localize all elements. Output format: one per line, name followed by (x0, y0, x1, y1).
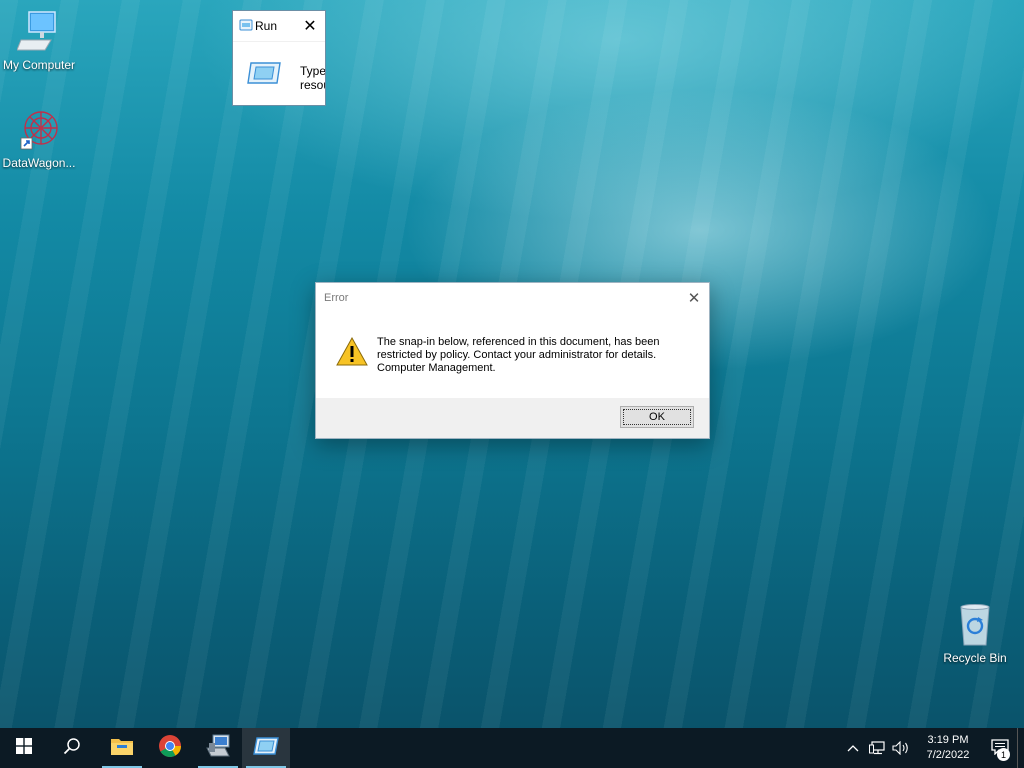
clock-time: 3:19 PM (927, 734, 969, 746)
windows-start-icon (16, 737, 32, 759)
error-message: The snap-in below, referenced in this do… (377, 336, 660, 374)
ok-button[interactable]: OK (620, 406, 694, 428)
error-dialog-title: Error (324, 292, 349, 304)
network-icon[interactable] (865, 741, 889, 755)
run-title-bar[interactable]: Run ✕ (233, 11, 325, 42)
run-large-icon (247, 62, 281, 89)
run-description: Type resou (300, 64, 326, 92)
search-icon (63, 737, 81, 760)
clock-date: 7/2/2022 (926, 749, 970, 761)
desktop-icon-label: DataWagon... (2, 156, 76, 170)
action-center-button[interactable]: 1 (983, 728, 1017, 768)
volume-icon[interactable] (889, 741, 913, 755)
recycle-bin-icon (953, 603, 997, 647)
system-tray: 3:19 PM 7/2/2022 1 (841, 728, 1024, 768)
server-manager-icon (205, 734, 231, 763)
error-dialog-footer: OK (316, 398, 709, 438)
start-button[interactable] (0, 728, 48, 768)
taskbar-server-manager[interactable] (194, 728, 242, 768)
computer-icon (16, 10, 61, 54)
taskbar-file-explorer[interactable] (98, 728, 146, 768)
error-dialog[interactable]: Error ✕ The snap-in below, referenced in… (315, 282, 710, 439)
taskbar: 3:19 PM 7/2/2022 1 (0, 728, 1024, 768)
chevron-up-icon[interactable] (841, 744, 865, 752)
chrome-icon (158, 734, 182, 763)
notification-badge: 1 (997, 748, 1010, 761)
run-body: Type resou (233, 42, 326, 105)
warning-icon (336, 336, 368, 372)
close-icon[interactable]: ✕ (679, 289, 709, 307)
search-button[interactable] (48, 728, 96, 768)
desktop-icon-label: My Computer (2, 58, 76, 72)
taskbar-run[interactable] (242, 728, 290, 768)
clock[interactable]: 3:19 PM 7/2/2022 (913, 733, 983, 763)
datawagon-shortcut-icon (17, 108, 61, 152)
desktop-icon-datawagon[interactable]: DataWagon... (0, 108, 82, 170)
run-app-icon (253, 736, 279, 760)
show-desktop-button[interactable] (1017, 728, 1024, 768)
error-dialog-body: The snap-in below, referenced in this do… (316, 313, 709, 399)
taskbar-chrome[interactable] (146, 728, 194, 768)
run-window[interactable]: Run ✕ Type resou (232, 10, 326, 106)
desktop-icon-recycle-bin[interactable]: Recycle Bin (932, 603, 1018, 665)
desktop-icon-label: Recycle Bin (943, 651, 1007, 665)
run-title: Run (255, 19, 278, 33)
run-app-icon (239, 19, 253, 34)
error-dialog-title-bar[interactable]: Error ✕ (316, 283, 709, 313)
desktop-icon-my-computer[interactable]: My Computer (0, 10, 82, 72)
close-icon[interactable]: ✕ (295, 16, 325, 36)
file-explorer-icon (110, 736, 134, 761)
